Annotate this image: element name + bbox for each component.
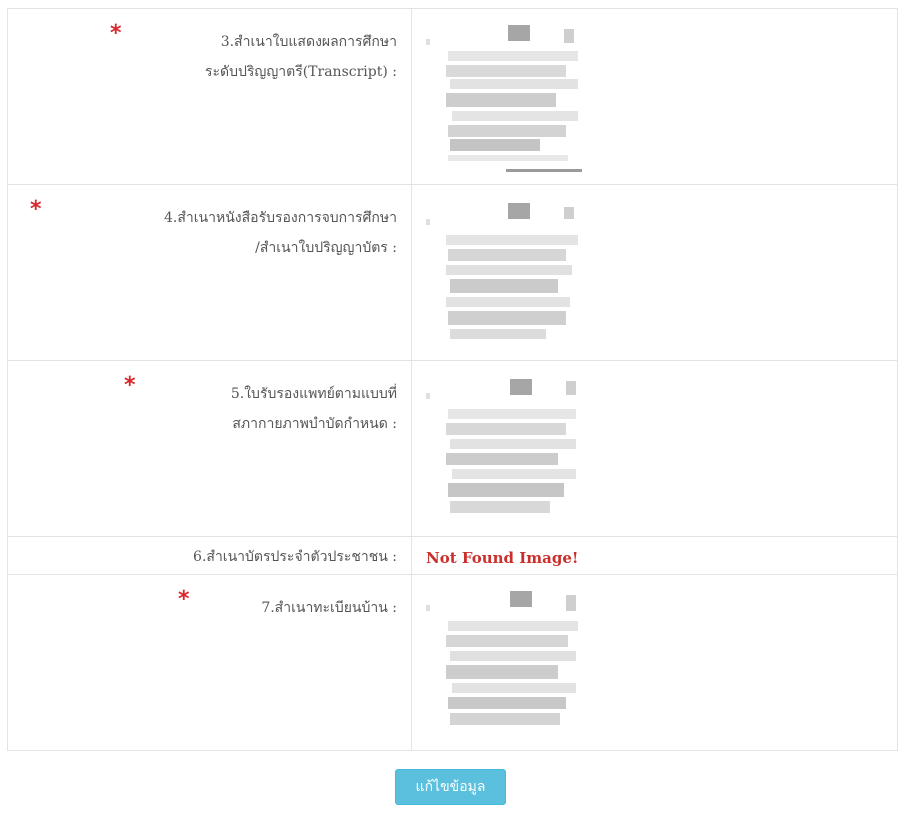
table-row: * 5.ใบรับรองแพทย์ตามแบบที่ สภากายภาพบำบั…	[7, 360, 898, 537]
document-label-line2: /สำเนาใบปริญญาบัตร :	[255, 240, 397, 256]
document-label-line1: 3.สำเนาใบแสดงผลการศึกษา	[220, 34, 397, 50]
label-cell: * 3.สำเนาใบแสดงผลการศึกษา ระดับปริญญาตรี…	[7, 8, 412, 185]
document-upload-page: * 3.สำเนาใบแสดงผลการศึกษา ระดับปริญญาตรี…	[0, 0, 901, 821]
table-row: * 3.สำเนาใบแสดงผลการศึกษา ระดับปริญญาตรี…	[7, 8, 898, 185]
label-cell: * 5.ใบรับรองแพทย์ตามแบบที่ สภากายภาพบำบั…	[7, 360, 412, 537]
thumbnail-cell	[411, 360, 898, 537]
document-thumbnail-image[interactable]	[426, 19, 596, 177]
table-row: 6.สำเนาบัตรประจำตัวประชาชน : Not Found I…	[7, 536, 898, 575]
document-thumbnail-image[interactable]	[426, 195, 596, 353]
document-label: 6.สำเนาบัตรประจำตัวประชาชน :	[8, 537, 411, 568]
blurred-document-icon	[426, 195, 596, 353]
document-label-line1: 4.สำเนาหนังสือรับรองการจบการศึกษา	[164, 210, 397, 226]
not-found-image-text: Not Found Image!	[426, 549, 579, 567]
label-cell: 6.สำเนาบัตรประจำตัวประชาชน :	[7, 536, 412, 575]
document-label-line1: 6.สำเนาบัตรประจำตัวประชาชน :	[193, 549, 397, 565]
thumbnail-cell: Not Found Image!	[411, 536, 898, 575]
required-star-icon: *	[110, 21, 122, 46]
label-cell: * 7.สำเนาทะเบียนบ้าน :	[7, 574, 412, 751]
required-star-icon: *	[178, 587, 190, 612]
document-thumbnail-image[interactable]	[426, 585, 596, 743]
document-label: * 3.สำเนาใบแสดงผลการศึกษา ระดับปริญญาตรี…	[8, 9, 411, 87]
table-row: * 7.สำเนาทะเบียนบ้าน :	[7, 574, 898, 751]
thumbnail-cell	[411, 8, 898, 185]
document-label: * 5.ใบรับรองแพทย์ตามแบบที่ สภากายภาพบำบั…	[8, 361, 411, 439]
document-label: * 4.สำเนาหนังสือรับรองการจบการศึกษา /สำเ…	[8, 185, 411, 263]
blurred-document-icon	[426, 19, 596, 177]
document-label-line2: ระดับปริญญาตรี(Transcript) :	[204, 64, 397, 80]
edit-data-button[interactable]: แก้ไขข้อมูล	[394, 769, 507, 805]
action-bar: แก้ไขข้อมูล	[0, 769, 901, 805]
document-thumbnail-image[interactable]	[426, 371, 596, 529]
document-label-line1: 7.สำเนาทะเบียนบ้าน :	[261, 600, 397, 616]
thumbnail-cell	[411, 574, 898, 751]
documents-table: * 3.สำเนาใบแสดงผลการศึกษา ระดับปริญญาตรี…	[7, 8, 898, 751]
required-star-icon: *	[124, 373, 136, 398]
document-label-line1: 5.ใบรับรองแพทย์ตามแบบที่	[230, 386, 397, 402]
label-cell: * 4.สำเนาหนังสือรับรองการจบการศึกษา /สำเ…	[7, 184, 412, 361]
document-label: * 7.สำเนาทะเบียนบ้าน :	[8, 575, 411, 623]
required-star-icon: *	[30, 197, 42, 222]
document-label-line2: สภากายภาพบำบัดกำหนด :	[232, 416, 397, 432]
blurred-document-icon	[426, 585, 596, 743]
thumbnail-cell	[411, 184, 898, 361]
table-row: * 4.สำเนาหนังสือรับรองการจบการศึกษา /สำเ…	[7, 184, 898, 361]
blurred-document-icon	[426, 371, 596, 529]
